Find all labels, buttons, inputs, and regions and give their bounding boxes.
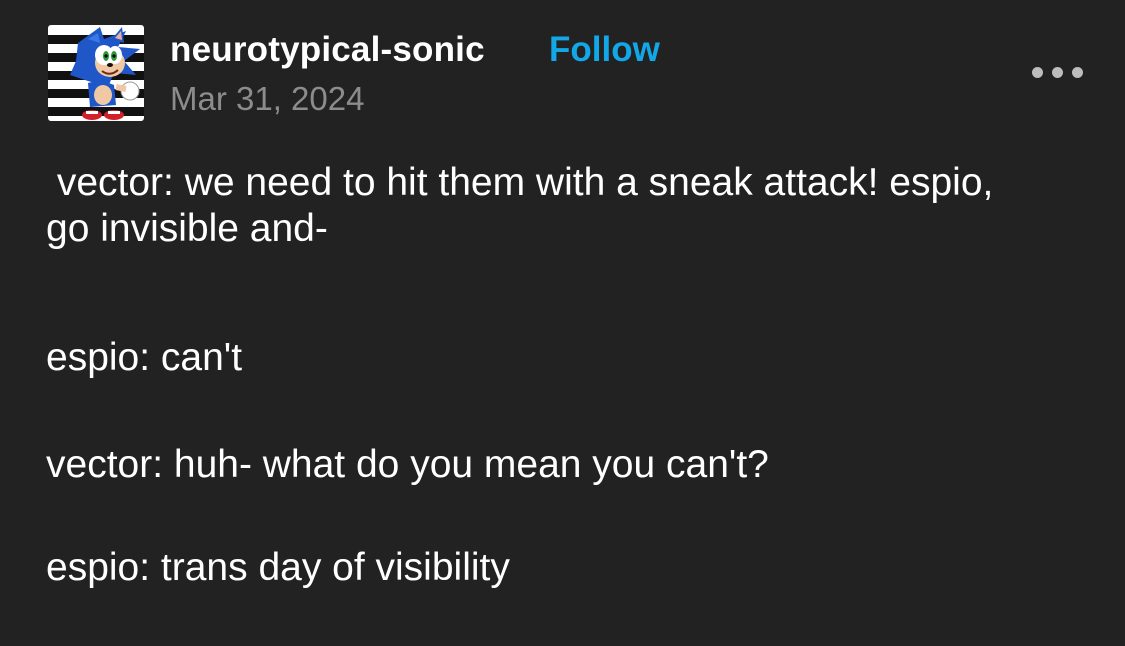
sonic-avatar-icon bbox=[48, 25, 144, 121]
dot bbox=[1072, 67, 1083, 78]
dot bbox=[1032, 67, 1043, 78]
post-date: Mar 31, 2024 bbox=[170, 80, 365, 117]
follow-button[interactable]: Follow bbox=[549, 30, 660, 70]
post-paragraph: vector: we need to hit them with a sneak… bbox=[46, 161, 1005, 250]
post-paragraph: vector: huh- what do you mean you can't? bbox=[46, 443, 769, 486]
more-options-icon[interactable] bbox=[1030, 64, 1090, 80]
post-paragraph: espio: trans day of visibility bbox=[46, 546, 510, 589]
author-name-link[interactable]: neurotypical-sonic bbox=[170, 30, 485, 70]
author-avatar[interactable] bbox=[48, 25, 144, 121]
post-card: neurotypical-sonic Follow Mar 31, 2024 v… bbox=[0, 0, 1125, 646]
dot bbox=[1052, 67, 1063, 78]
post-paragraph: espio: can't bbox=[46, 336, 243, 379]
